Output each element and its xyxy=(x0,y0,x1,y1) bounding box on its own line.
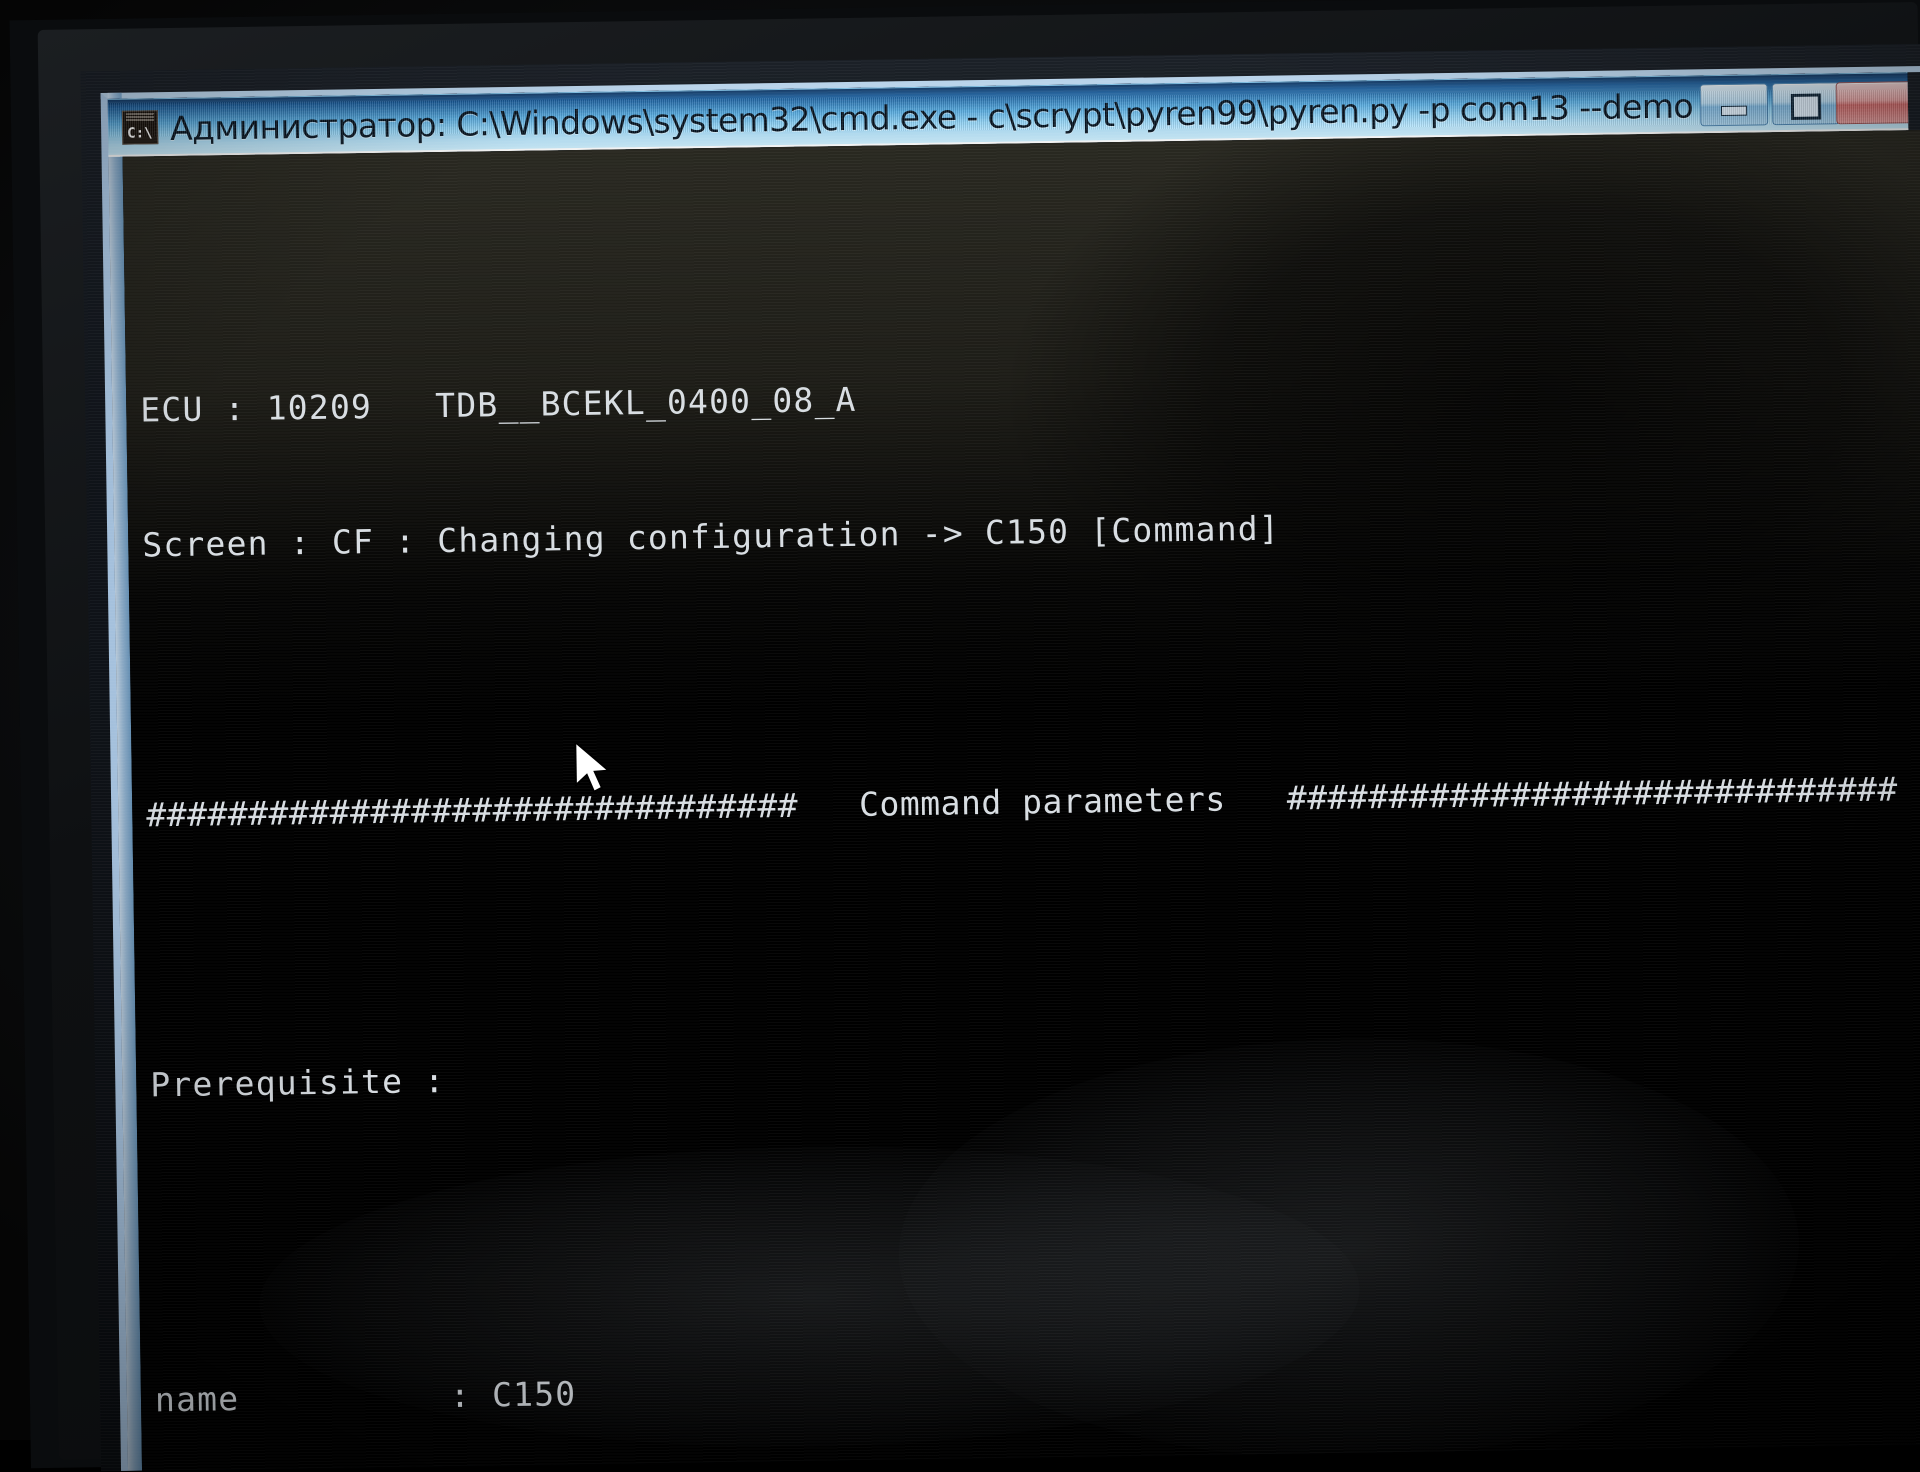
field-key: name xyxy=(154,1375,451,1420)
close-button[interactable] xyxy=(1835,81,1909,125)
console-icon-bars xyxy=(125,113,155,122)
field-value: C150 xyxy=(491,1374,577,1415)
monitor-panel: C:\ Администратор: C:\Windows\system32\c… xyxy=(80,43,1920,1472)
field-row-name: name : C150 xyxy=(155,1350,1920,1422)
maximize-icon xyxy=(1790,93,1822,120)
cmd-console-icon[interactable]: C:\ xyxy=(121,110,159,145)
field-separator: : xyxy=(449,1375,493,1415)
monitor: C:\ Администратор: C:\Windows\system32\c… xyxy=(9,0,1920,1472)
prerequisite-label: Prerequisite : xyxy=(150,1061,446,1105)
photo-background: C:\ Администратор: C:\Windows\system32\c… xyxy=(0,0,1920,1472)
console-output[interactable]: ECU : 10209 TDB__BCEKL_0400_08_A Screen … xyxy=(122,129,1920,1472)
minimize-button[interactable] xyxy=(1699,83,1769,127)
maximize-button[interactable] xyxy=(1771,82,1841,126)
minimize-icon xyxy=(1720,105,1748,116)
console-icon-glyph: C:\ xyxy=(127,125,153,142)
command-parameters-separator: ################################ Command… xyxy=(146,769,1899,835)
screen-line: Screen : CF : Changing configuration -> … xyxy=(142,508,1281,565)
ecu-line: ECU : 10209 TDB__BCEKL_0400_08_A xyxy=(140,379,857,430)
cmd-window[interactable]: C:\ Администратор: C:\Windows\system32\c… xyxy=(100,65,1920,1472)
